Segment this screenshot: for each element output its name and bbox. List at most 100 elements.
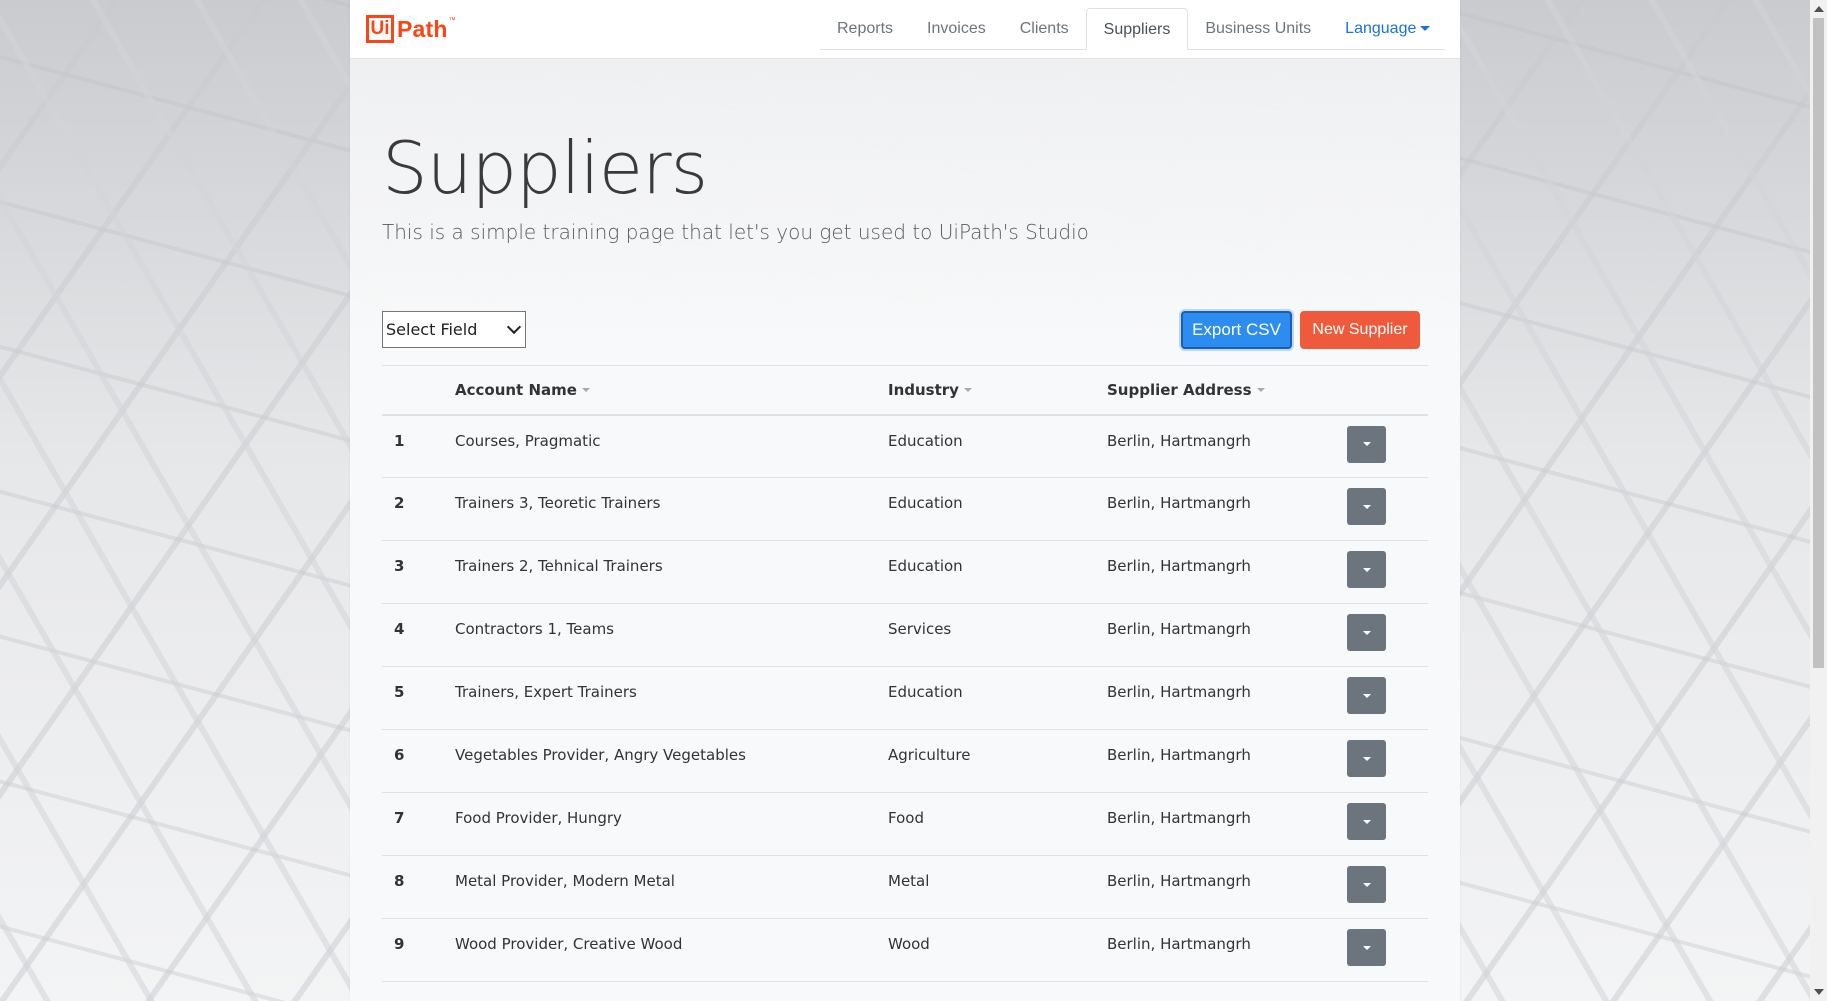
row-number: 9: [394, 935, 405, 953]
sort-icon: [1256, 388, 1265, 393]
address-cell: Berlin, Hartmangrh: [1107, 431, 1251, 450]
account-name-cell: Food Provider, Hungry: [455, 809, 622, 827]
address-cell: Berlin, Hartmangrh: [1107, 494, 1251, 512]
nav-tab-suppliers[interactable]: Suppliers: [1085, 8, 1189, 50]
row-number: 7: [394, 809, 405, 827]
nav-tab-invoices[interactable]: Invoices: [910, 8, 1003, 49]
language-dropdown[interactable]: Language: [1328, 8, 1447, 49]
row-actions-button[interactable]: [1347, 425, 1386, 463]
page-title: Suppliers: [382, 126, 708, 210]
scroll-up-arrow-icon[interactable]: [1814, 6, 1824, 12]
table-row: 6 Vegetables Provider, Angry Vegetables …: [382, 730, 1428, 793]
scrollbar-thumb[interactable]: [1813, 18, 1824, 668]
scroll-down-arrow-icon[interactable]: [1814, 989, 1824, 995]
sort-icon: [581, 388, 590, 393]
address-cell: Berlin, Hartmangrh: [1107, 872, 1251, 890]
nav-tab-clients[interactable]: Clients: [1003, 8, 1086, 49]
suppliers-table: Account Name Industry Supplier Address 1…: [382, 365, 1428, 982]
industry-cell: Agriculture: [888, 746, 971, 764]
caret-down-icon: [1362, 504, 1371, 509]
row-number: 1: [394, 431, 405, 450]
address-cell: Berlin, Hartmangrh: [1107, 809, 1251, 827]
account-name-cell: Contractors 1, Teams: [455, 620, 614, 638]
actions-cell: [1347, 667, 1428, 730]
industry-cell: Food: [888, 809, 924, 827]
table-row: 4 Contractors 1, Teams Services Berlin, …: [382, 604, 1428, 667]
select-field-value: Select Field: [386, 320, 478, 339]
account-name-cell: Courses, Pragmatic: [455, 431, 601, 450]
row-number: 2: [394, 494, 405, 512]
account-name-cell: Trainers 2, Tehnical Trainers: [455, 557, 663, 575]
row-number: 8: [394, 872, 405, 890]
caret-down-icon: [1362, 693, 1371, 698]
caret-down-icon: [1362, 567, 1371, 572]
account-name-cell: Trainers 3, Teoretic Trainers: [455, 494, 661, 512]
caret-down-icon: [1420, 26, 1431, 32]
account-name-cell: Metal Provider, Modern Metal: [455, 872, 675, 890]
chevron-down-icon: [506, 319, 522, 335]
industry-cell: Wood: [888, 935, 930, 953]
industry-cell: Services: [888, 620, 952, 638]
header-supplier-address[interactable]: Supplier Address: [1107, 366, 1347, 415]
table-row: 2 Trainers 3, Teoretic Trainers Educatio…: [382, 478, 1428, 541]
industry-cell: Education: [888, 557, 963, 575]
table-row: 5 Trainers, Expert Trainers Education Be…: [382, 667, 1428, 730]
account-name-cell: Wood Provider, Creative Wood: [455, 935, 683, 953]
row-number: 6: [394, 746, 405, 764]
account-name-cell: Trainers, Expert Trainers: [455, 683, 637, 701]
industry-cell: Education: [888, 683, 963, 701]
select-field-dropdown[interactable]: Select Field: [382, 311, 526, 348]
caret-down-icon: [1362, 819, 1371, 824]
row-actions-button[interactable]: [1347, 929, 1386, 966]
page-scrollbar[interactable]: [1810, 0, 1827, 1001]
export-csv-button[interactable]: Export CSV: [1181, 311, 1292, 349]
actions-cell: [1347, 793, 1428, 856]
actions-cell: [1347, 856, 1428, 919]
nav-tab-business-units[interactable]: Business Units: [1188, 8, 1328, 49]
caret-down-icon: [1362, 630, 1371, 635]
row-actions-button[interactable]: [1347, 740, 1386, 777]
nav-tab-reports[interactable]: Reports: [820, 8, 910, 49]
row-actions-button[interactable]: [1347, 866, 1386, 903]
actions-cell: [1347, 541, 1428, 604]
address-cell: Berlin, Hartmangrh: [1107, 935, 1251, 953]
row-actions-button[interactable]: [1347, 614, 1386, 651]
sort-icon: [963, 388, 972, 393]
address-cell: Berlin, Hartmangrh: [1107, 683, 1251, 701]
row-actions-button[interactable]: [1347, 488, 1386, 525]
table-row: 9 Wood Provider, Creative Wood Wood Berl…: [382, 919, 1428, 982]
address-cell: Berlin, Hartmangrh: [1107, 746, 1251, 764]
caret-down-icon: [1362, 882, 1371, 887]
row-actions-button[interactable]: [1347, 803, 1386, 840]
actions-cell: [1347, 604, 1428, 667]
actions-cell: [1347, 730, 1428, 793]
row-number: 3: [394, 557, 405, 575]
industry-cell: Education: [888, 431, 963, 450]
address-cell: Berlin, Hartmangrh: [1107, 620, 1251, 638]
table-row: 3 Trainers 2, Tehnical Trainers Educatio…: [382, 541, 1428, 604]
page-subtitle: This is a simple training page that let'…: [382, 220, 1089, 244]
actions-cell: [1347, 478, 1428, 541]
logo-path-text: Path: [397, 15, 448, 42]
header-account-name[interactable]: Account Name: [455, 366, 888, 415]
row-actions-button[interactable]: [1347, 551, 1386, 588]
industry-cell: Education: [888, 494, 963, 512]
caret-down-icon: [1362, 442, 1371, 446]
industry-cell: Metal: [888, 872, 930, 890]
nav-tabs: Reports Invoices Clients Suppliers Busin…: [820, 8, 1445, 50]
table-row: 7 Food Provider, Hungry Food Berlin, Har…: [382, 793, 1428, 856]
new-supplier-button[interactable]: New Supplier: [1300, 311, 1420, 349]
header-actions: [1347, 366, 1428, 415]
caret-down-icon: [1362, 756, 1371, 761]
top-navbar: Ui Path ™ Reports Invoices Clients Suppl…: [350, 0, 1460, 59]
actions-cell: [1347, 919, 1428, 982]
logo-ui-box: Ui: [366, 15, 394, 43]
actions-cell: [1347, 415, 1428, 478]
header-index: [382, 366, 455, 415]
row-actions-button[interactable]: [1347, 677, 1386, 714]
row-number: 4: [394, 620, 405, 638]
page-container: Ui Path ™ Reports Invoices Clients Suppl…: [350, 0, 1460, 1001]
header-industry[interactable]: Industry: [888, 366, 1107, 415]
uipath-logo[interactable]: Ui Path ™: [366, 13, 456, 45]
language-label: Language: [1345, 20, 1417, 37]
